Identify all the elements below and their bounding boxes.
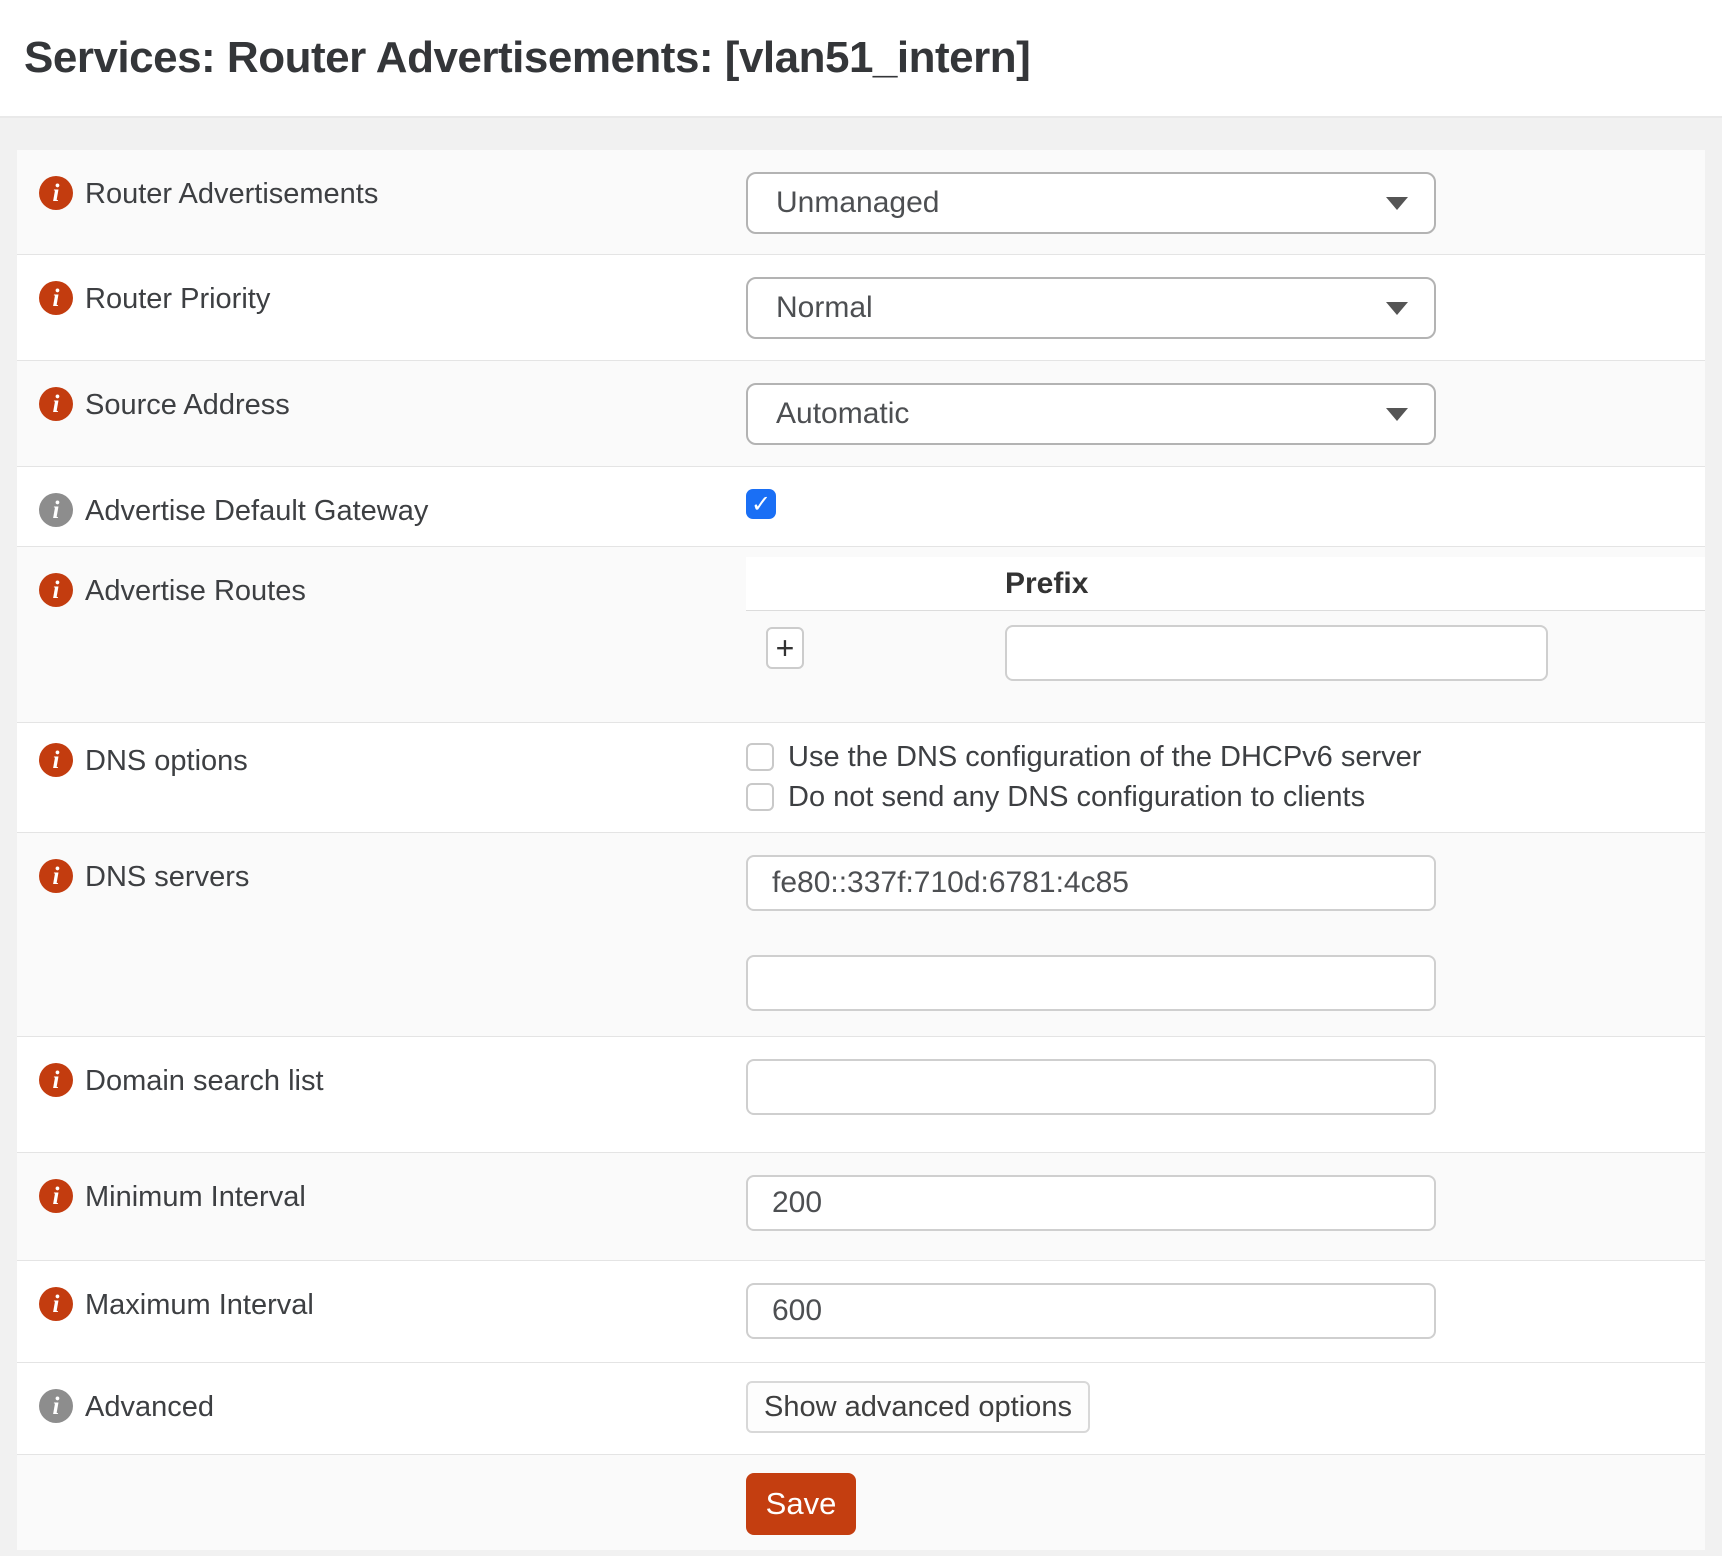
info-icon[interactable]: i	[39, 1179, 73, 1213]
form-row-advanced: i Advanced Show advanced options	[17, 1362, 1705, 1454]
add-route-button[interactable]: +	[766, 627, 804, 669]
dns-server-input-1[interactable]	[746, 855, 1436, 911]
prefix-input[interactable]	[1005, 625, 1548, 681]
plus-icon: +	[776, 632, 795, 664]
checkbox-label-use-dhcpv6-dns: Use the DNS configuration of the DHCPv6 …	[788, 741, 1421, 774]
checkbox-advertise-default-gateway[interactable]: ✓	[746, 489, 776, 519]
select-value: Unmanaged	[776, 186, 939, 220]
form-row-dns-options: i DNS options Use the DNS configuration …	[17, 722, 1705, 832]
field-label-dns-servers: DNS servers	[85, 859, 249, 895]
info-icon[interactable]: i	[39, 176, 73, 210]
info-icon[interactable]: i	[39, 1389, 73, 1423]
field-label-dns-options: DNS options	[85, 743, 248, 779]
form-row-maximum-interval: i Maximum Interval	[17, 1260, 1705, 1362]
check-icon: ✓	[751, 492, 771, 516]
select-value: Normal	[776, 291, 873, 325]
select-router-advertisements[interactable]: Unmanaged	[746, 172, 1436, 234]
caret-down-icon	[1386, 197, 1408, 210]
field-label-source-address: Source Address	[85, 387, 290, 423]
checkbox-no-dns-to-clients[interactable]	[746, 783, 774, 811]
field-label-advanced: Advanced	[85, 1389, 214, 1425]
form-row-domain-search-list: i Domain search list	[17, 1036, 1705, 1152]
select-router-priority[interactable]: Normal	[746, 277, 1436, 339]
page-title: Services: Router Advertisements: [vlan51…	[24, 33, 1030, 83]
field-label-advertise-default-gateway: Advertise Default Gateway	[85, 493, 428, 529]
dns-server-input-2[interactable]	[746, 955, 1436, 1011]
info-icon[interactable]: i	[39, 1287, 73, 1321]
form-row-minimum-interval: i Minimum Interval	[17, 1152, 1705, 1260]
caret-down-icon	[1386, 302, 1408, 315]
info-icon[interactable]: i	[39, 859, 73, 893]
prefix-column-header: Prefix	[1005, 567, 1088, 601]
domain-search-input[interactable]	[746, 1059, 1436, 1115]
routes-table-header: Prefix	[746, 557, 1705, 611]
field-label-domain-search-list: Domain search list	[85, 1063, 324, 1099]
form-row-advertise-routes: i Advertise Routes Prefix +	[17, 546, 1705, 722]
form-row-router-advertisements: i Router Advertisements Unmanaged	[17, 150, 1705, 254]
caret-down-icon	[1386, 408, 1408, 421]
checkbox-use-dhcpv6-dns[interactable]	[746, 743, 774, 771]
checkbox-label-no-dns-to-clients: Do not send any DNS configuration to cli…	[788, 781, 1365, 814]
page-header: Services: Router Advertisements: [vlan51…	[0, 0, 1722, 118]
show-advanced-button[interactable]: Show advanced options	[746, 1381, 1090, 1433]
info-icon[interactable]: i	[39, 387, 73, 421]
info-icon[interactable]: i	[39, 573, 73, 607]
field-label-router-advertisements: Router Advertisements	[85, 176, 378, 212]
maximum-interval-input[interactable]	[746, 1283, 1436, 1339]
settings-form: i Router Advertisements Unmanaged i Rout…	[17, 150, 1705, 1550]
field-label-minimum-interval: Minimum Interval	[85, 1179, 306, 1215]
form-row-router-priority: i Router Priority Normal	[17, 254, 1705, 360]
form-row-save: Save	[17, 1454, 1705, 1550]
form-row-source-address: i Source Address Automatic	[17, 360, 1705, 466]
info-icon[interactable]: i	[39, 493, 73, 527]
save-button[interactable]: Save	[746, 1473, 856, 1535]
select-value: Automatic	[776, 397, 909, 431]
field-label-advertise-routes: Advertise Routes	[85, 573, 306, 609]
field-label-maximum-interval: Maximum Interval	[85, 1287, 314, 1323]
form-row-dns-servers: i DNS servers	[17, 832, 1705, 1036]
minimum-interval-input[interactable]	[746, 1175, 1436, 1231]
form-row-advertise-default-gateway: i Advertise Default Gateway ✓	[17, 466, 1705, 546]
info-icon[interactable]: i	[39, 743, 73, 777]
info-icon[interactable]: i	[39, 1063, 73, 1097]
info-icon[interactable]: i	[39, 281, 73, 315]
routes-table: Prefix +	[746, 557, 1705, 681]
select-source-address[interactable]: Automatic	[746, 383, 1436, 445]
field-label-router-priority: Router Priority	[85, 281, 270, 317]
